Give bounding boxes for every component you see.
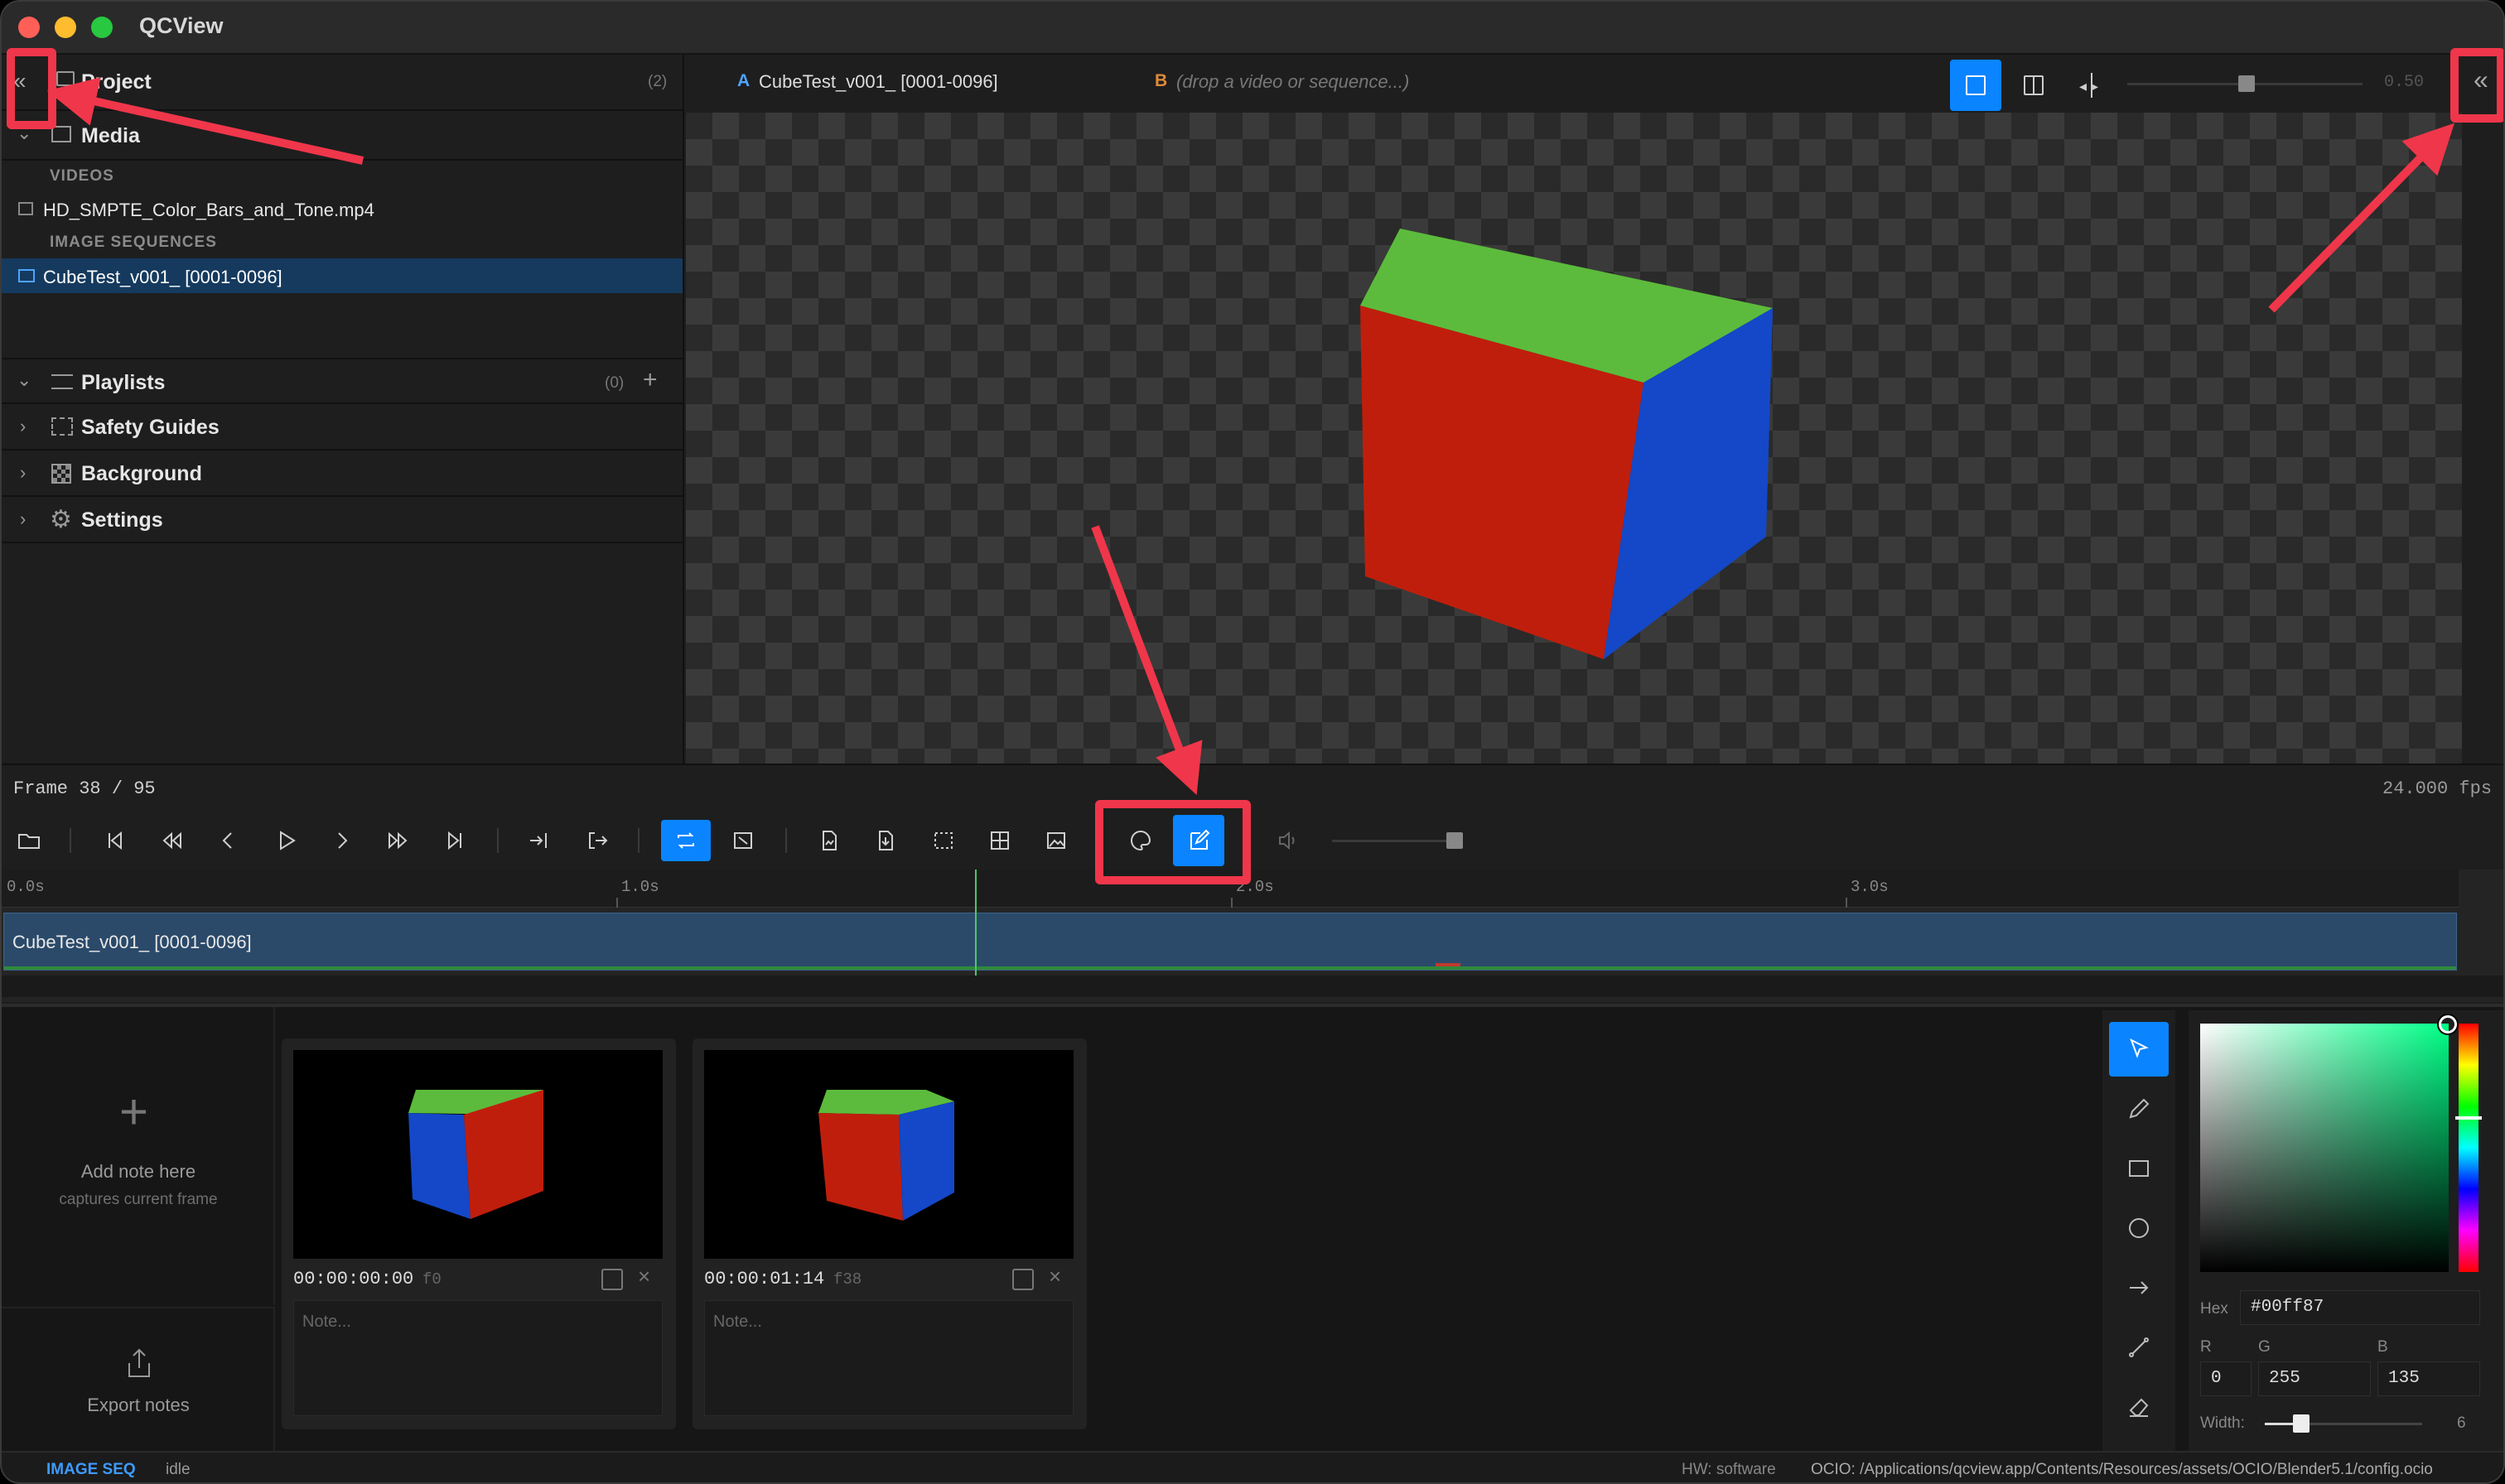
annotation-highlight-right [2450, 48, 2503, 123]
annotation-arrow [2268, 123, 2455, 313]
annotation-arrow [46, 77, 364, 165]
app-window: QCView « Project (2) ⌄ Media VIDEOS HD_S… [0, 0, 2505, 1484]
annotation-highlight-left [7, 48, 56, 129]
annotation-highlight-toolbar [1095, 800, 1251, 884]
annotation-arrow [1091, 525, 1203, 796]
annotation-overlay [46, 77, 2455, 796]
